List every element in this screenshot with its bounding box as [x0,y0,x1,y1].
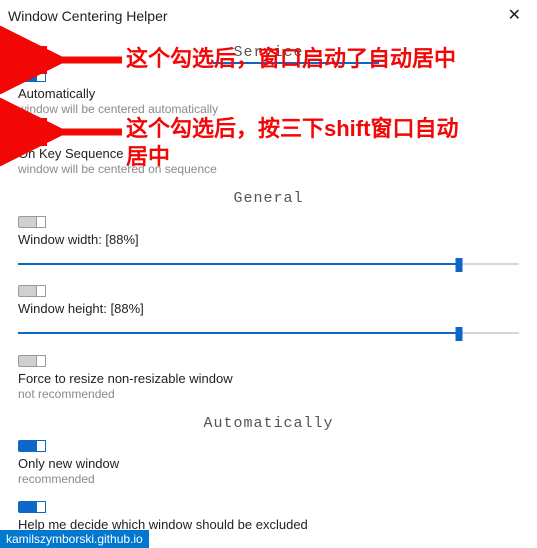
option-window-width: Window width: [88%] [18,215,519,271]
toggle-window-height[interactable] [18,285,46,297]
close-button[interactable]: ✕ [502,6,527,26]
slider-window-width[interactable] [18,257,519,271]
toggle-force-resize[interactable] [18,355,46,367]
toggle-automatically[interactable] [18,70,46,82]
option-force-resize: Force to resize non-resizable window not… [18,354,519,401]
option-subtitle: recommended [18,472,519,486]
toggle-keysequence[interactable] [18,130,46,142]
option-only-new-window: Only new window recommended [18,440,519,487]
option-subtitle: window will be centered automatically [18,102,519,116]
footer-credit[interactable]: kamilszymborski.github.io [0,530,149,548]
titlebar: Window Centering Helper ✕ [0,0,537,34]
option-keysequence: On Key Sequence window will be centered … [18,130,519,177]
content-area: Service Automatically window will be cen… [0,44,537,547]
option-title: Automatically [18,86,519,101]
option-title: Window height: [88%] [18,301,519,316]
section-service: Service [18,44,519,61]
option-subtitle: not recommended [18,387,519,401]
section-automatically: Automatically [18,415,519,432]
option-title: Force to resize non-resizable window [18,371,519,386]
slider-window-height[interactable] [18,326,519,340]
section-general: General [18,190,519,207]
option-title: On Key Sequence [18,146,519,161]
toggle-help-exclude[interactable] [18,501,46,513]
option-subtitle: window will be centered on sequence [18,162,519,176]
option-title: Only new window [18,456,519,471]
option-window-height: Window height: [88%] [18,285,519,341]
toggle-window-width[interactable] [18,216,46,228]
option-title: Window width: [88%] [18,232,519,247]
option-automatically: Automatically window will be centered au… [18,69,519,116]
window-title: Window Centering Helper [8,8,168,24]
toggle-only-new-window[interactable] [18,440,46,452]
